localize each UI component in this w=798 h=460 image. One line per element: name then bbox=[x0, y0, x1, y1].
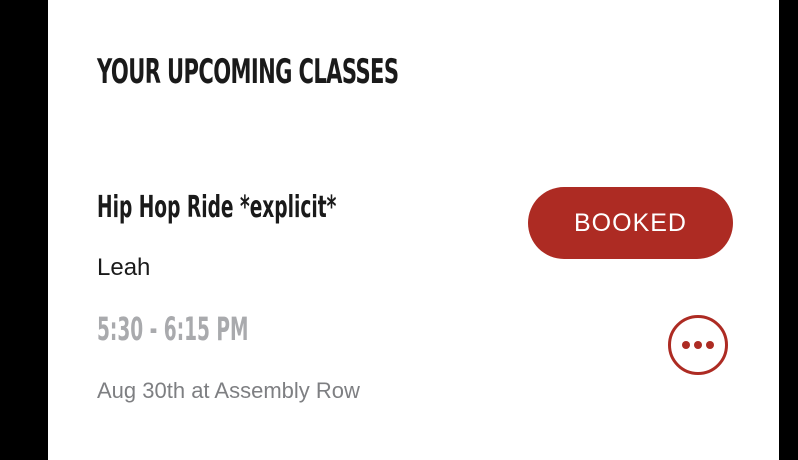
screen-edge bbox=[779, 0, 798, 460]
booked-button[interactable]: BOOKED bbox=[528, 187, 733, 259]
more-options-icon bbox=[682, 341, 714, 349]
class-name: Hip Hop Ride *explicit* bbox=[97, 190, 337, 225]
instructor-name: Leah bbox=[97, 254, 151, 281]
class-date-location: Aug 30th at Assembly Row bbox=[97, 378, 360, 403]
upcoming-classes-card: YOUR UPCOMING CLASSES Hip Hop Ride *expl… bbox=[48, 0, 779, 460]
class-time: 5:30 - 6:15 PM bbox=[97, 310, 249, 348]
more-options-button[interactable] bbox=[668, 315, 728, 375]
section-title: YOUR UPCOMING CLASSES bbox=[97, 52, 399, 92]
